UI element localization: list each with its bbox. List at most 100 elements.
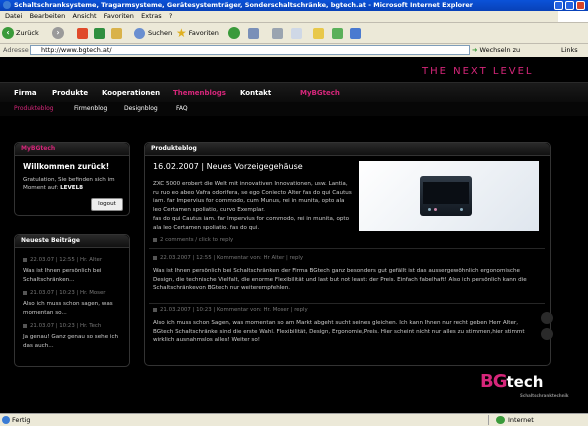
star-icon: ★ (176, 26, 187, 40)
post-title[interactable]: 16.02.2007 | Neues Vorzeigegehäuse (153, 162, 303, 171)
research-button[interactable] (350, 26, 361, 40)
decor-circle (541, 328, 553, 340)
post-body: ZXC 5000 erobert die Welt mit innovative… (153, 181, 352, 213)
windows-logo (558, 11, 588, 22)
subnav-firmenblog[interactable]: Firmenblog (74, 105, 107, 112)
comment-meta[interactable]: 21.03.2007 | 10:23 | Kommentar von: Hr. … (160, 307, 308, 313)
comment: 22.03.2007 | 12:55 | Kommentar von: Hr A… (153, 255, 533, 293)
status-divider (488, 415, 489, 425)
recent-post-excerpt: Was ist Ihnen persönlich bei Schaltschrä… (23, 268, 102, 283)
nav-kooperationen[interactable]: Kooperationen (102, 89, 160, 97)
product-blog-panel: Produkteblog 16.02.2007 | Neues Vorzeige… (144, 142, 551, 366)
subnav-faq[interactable]: FAQ (176, 105, 188, 112)
favorites-button[interactable]: ★ Favoriten (176, 26, 219, 40)
nav-mybgtech[interactable]: MyBGtech (300, 89, 340, 97)
forward-button[interactable]: › (52, 26, 64, 40)
refresh-icon (94, 27, 105, 39)
comment-bullet-icon (153, 307, 157, 312)
recent-post-meta: 21.03.07 | 10:23 | Hr. Moser (30, 290, 106, 296)
menu-extras[interactable]: Extras (141, 11, 162, 22)
print-button[interactable] (272, 26, 283, 40)
recent-posts-title: Neueste Beiträge (15, 235, 129, 248)
search-button[interactable]: Suchen (134, 26, 172, 40)
back-label: Zurück (16, 29, 39, 37)
stop-icon (77, 27, 88, 39)
window-title-bar: Schaltschranksysteme, Tragarmsysteme, Ge… (0, 0, 588, 11)
status-bar: Fertig Internet (0, 413, 588, 426)
product-image (359, 161, 539, 231)
refresh-button[interactable] (94, 26, 105, 40)
nav-firma[interactable]: Firma (14, 89, 37, 97)
nav-themenblogs[interactable]: Themenblogs (173, 89, 226, 97)
forward-arrow-icon: › (52, 27, 64, 39)
comments-link-label: 2 comments / click to reply (160, 237, 234, 243)
address-input[interactable]: http://www.bgtech.at/ (30, 45, 470, 55)
recent-post-item[interactable]: 21.03.07 | 10:23 | Hr. Tech Ja genau! Ga… (23, 323, 127, 350)
enclosure-device-image (420, 176, 472, 216)
logout-button[interactable]: logout (91, 198, 123, 211)
recent-posts-panel: Neueste Beiträge 22.03.07 | 12:55 | Hr. … (14, 234, 130, 367)
comment-text: Was ist Ihnen persönlich bei Schaltschrä… (153, 268, 527, 291)
close-button[interactable] (576, 1, 585, 10)
media-button[interactable] (228, 26, 240, 40)
secondary-nav: Produkteblog Firmenblog Designblog FAQ (0, 102, 588, 116)
comments-link[interactable]: 2 comments / click to reply (153, 237, 233, 243)
mail-button[interactable] (248, 26, 259, 40)
search-label: Suchen (148, 29, 173, 37)
menu-ansicht[interactable]: Ansicht (73, 11, 97, 22)
bullet-icon (23, 257, 27, 262)
recent-post-excerpt: Ja genau! Ganz genau so sehe ich das auc… (23, 334, 119, 349)
search-icon (134, 27, 145, 39)
links-button[interactable]: Links (561, 46, 578, 54)
go-label: Wechseln zu (479, 46, 521, 54)
welcome-text: Gratulation, Sie befinden sich im Moment… (23, 176, 133, 192)
recent-post-item[interactable]: 22.03.07 | 12:55 | Hr. Alter Was ist Ihn… (23, 257, 127, 284)
maximize-button[interactable] (565, 1, 574, 10)
comment: 21.03.2007 | 10:23 | Kommentar von: Hr. … (153, 307, 533, 345)
divider (149, 248, 545, 249)
go-button[interactable]: ➜ Wechseln zu (472, 46, 520, 54)
menu-bearbeiten[interactable]: Bearbeiten (30, 11, 66, 22)
print-icon (272, 27, 283, 39)
subnav-designblog[interactable]: Designblog (124, 105, 158, 112)
ie-icon (3, 1, 11, 9)
home-icon (111, 27, 122, 39)
edit-icon (291, 27, 302, 39)
post-body-2: fas do qui Cautus iam. far Impervius for… (153, 216, 350, 231)
bgtech-logo[interactable]: BGtech Schaltschranktechnik (480, 371, 569, 398)
nav-kontakt[interactable]: Kontakt (240, 89, 271, 97)
status-text: Fertig (12, 416, 31, 424)
logo-tech: tech (506, 373, 544, 391)
folder-button[interactable] (313, 26, 324, 40)
edit-button[interactable] (291, 26, 302, 40)
bullet-icon (23, 323, 27, 328)
page-icon (2, 416, 10, 424)
comment-bullet-icon (153, 255, 157, 260)
mybgtech-panel: MyBGtech Willkommen zurück! Gratulation,… (14, 142, 130, 216)
recent-post-item[interactable]: 21.03.07 | 10:23 | Hr. Moser Also ich mu… (23, 290, 127, 317)
menu-help[interactable]: ? (169, 11, 172, 22)
messenger-button[interactable] (332, 26, 343, 40)
menu-datei[interactable]: Datei (5, 11, 22, 22)
minimize-button[interactable] (554, 1, 563, 10)
stop-button[interactable] (77, 26, 88, 40)
comment-meta[interactable]: 22.03.2007 | 12:55 | Kommentar von: Hr A… (160, 255, 303, 261)
site-tagline: THE NEXT LEVEL (422, 66, 534, 77)
research-icon (350, 27, 361, 39)
home-button[interactable] (111, 26, 122, 40)
web-page: THE NEXT LEVEL Firma Produkte Kooperatio… (0, 57, 588, 413)
subnav-produkteblog[interactable]: Produkteblog (14, 105, 54, 112)
nav-produkte[interactable]: Produkte (52, 89, 88, 97)
favorites-label: Favoriten (188, 29, 219, 37)
logo-subtitle: Schaltschranktechnik (520, 393, 569, 398)
welcome-heading: Willkommen zurück! (23, 162, 110, 171)
address-label: Adresse (3, 46, 29, 54)
internet-zone-icon (496, 416, 505, 424)
divider (149, 303, 545, 304)
bullet-icon (23, 290, 27, 295)
menu-favoriten[interactable]: Favoriten (104, 11, 134, 22)
mail-icon (248, 27, 259, 39)
back-button[interactable]: ‹ Zurück (2, 26, 39, 40)
mybgtech-panel-title: MyBGtech (15, 143, 129, 156)
messenger-icon (332, 27, 343, 39)
